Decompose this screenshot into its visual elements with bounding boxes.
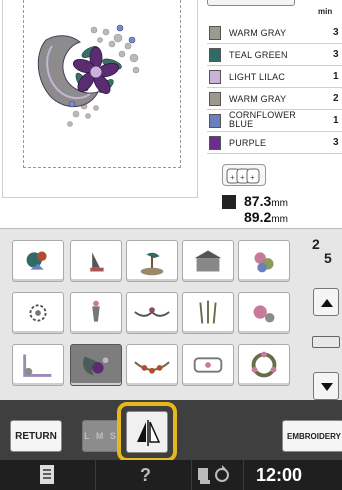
- thread-row-2: TEAL GREEN 3: [207, 44, 342, 66]
- design-width: 87.3mm: [244, 193, 288, 209]
- thread-row-3: LIGHT LILAC 1: [207, 66, 342, 88]
- scroll-frame-icon: [193, 357, 223, 373]
- pattern-tile-13[interactable]: [126, 344, 178, 386]
- size-icon: [222, 195, 236, 209]
- svg-text:+: +: [230, 173, 235, 182]
- help-cell[interactable]: ?: [96, 460, 192, 490]
- thread-color-swatch: [209, 92, 221, 106]
- thread-minutes: 3: [333, 49, 339, 60]
- pattern-tile-11[interactable]: [12, 344, 64, 386]
- return-button[interactable]: RETURN: [10, 420, 62, 452]
- garland-icon: [134, 361, 170, 374]
- scroll-down-button[interactable]: [313, 372, 339, 400]
- mirror-icon: [137, 420, 161, 446]
- paisley-corner-icon: [83, 356, 109, 376]
- rose-corner-icon: [253, 305, 275, 323]
- page-indicator: 2 5: [310, 236, 338, 276]
- house-scene-icon: [194, 250, 222, 272]
- wreath-icon: [251, 351, 277, 378]
- pattern-tile-5[interactable]: [238, 240, 290, 282]
- pattern-tile-7[interactable]: [70, 292, 122, 334]
- help-icon: ?: [140, 465, 151, 485]
- clock: 12:00: [256, 465, 303, 485]
- pattern-tile-8[interactable]: [126, 292, 178, 334]
- settings-cell[interactable]: [192, 460, 244, 490]
- mirror-image-button[interactable]: [126, 411, 168, 453]
- wheat-bundle-icon: [199, 300, 217, 324]
- thread-name: WARM GRAY: [229, 28, 287, 38]
- thread-name: LIGHT LILAC: [229, 72, 286, 82]
- thread-minutes: 1: [333, 115, 339, 126]
- thread-minutes: 2: [333, 93, 339, 104]
- pattern-tile-10[interactable]: [238, 292, 290, 334]
- scroll-up-button[interactable]: [313, 288, 339, 316]
- minutes-column-label: min: [318, 7, 333, 16]
- triangle-up-icon: [321, 299, 333, 307]
- embroidery-button[interactable]: EMBROIDERY: [282, 420, 342, 452]
- pattern-tile-12-selected[interactable]: [70, 344, 122, 386]
- status-bar: ? 12:00: [0, 460, 342, 490]
- page-total: 5: [324, 250, 332, 266]
- pattern-tile-1[interactable]: [12, 240, 64, 282]
- snowflake-icon: [29, 304, 47, 322]
- triangle-down-icon: [321, 383, 333, 391]
- pattern-tile-2[interactable]: [70, 240, 122, 282]
- embroidery-screen: min WARM GRAY 3 TEAL GREEN 3 LIGHT LILAC…: [0, 0, 342, 490]
- thread-color-swatch: [209, 26, 221, 40]
- thread-name: CORNFLOWER BLUE: [229, 111, 296, 129]
- thread-color-swatch: [209, 136, 221, 150]
- thread-name: WARM GRAY: [229, 94, 287, 104]
- size-lms-button[interactable]: L M S: [82, 420, 120, 452]
- pattern-tile-14[interactable]: [182, 344, 234, 386]
- thread-color-swatch: [209, 48, 221, 62]
- pattern-tile-6[interactable]: [12, 292, 64, 334]
- island-palm-icon: [140, 252, 164, 276]
- thread-row-6: PURPLE 3: [207, 132, 342, 154]
- thread-row-5: CORNFLOWER BLUE 1: [207, 110, 342, 132]
- thread-name-line-2: BLUE: [229, 119, 254, 129]
- pattern-tile-3[interactable]: [126, 240, 178, 282]
- thread-color-swatch: [209, 70, 221, 84]
- page-current: 2: [312, 236, 320, 252]
- design-preview: [2, 0, 198, 198]
- sailboat-icon: [90, 252, 104, 272]
- manual-icon: [40, 465, 54, 484]
- embroidery-frame: [23, 0, 181, 168]
- thread-minutes: 1: [333, 71, 339, 82]
- page-divider: [314, 248, 330, 249]
- pattern-tile-9[interactable]: [182, 292, 234, 334]
- presser-foot-icon: [198, 465, 229, 484]
- svg-text:+: +: [250, 173, 255, 182]
- thread-list-header: [207, 0, 295, 6]
- border-swag-icon: [134, 307, 170, 317]
- action-bar: RETURN L M S EMBROIDERY: [0, 400, 342, 462]
- svg-text:+: +: [240, 173, 245, 182]
- thread-color-swatch: [209, 114, 221, 128]
- thread-name: TEAL GREEN: [229, 50, 288, 60]
- thread-minutes: 3: [333, 27, 339, 38]
- multi-hoop-icon: + + +: [222, 164, 266, 186]
- manual-cell[interactable]: [0, 460, 96, 490]
- edit-area: min WARM GRAY 3 TEAL GREEN 3 LIGHT LILAC…: [0, 0, 342, 228]
- floral-cluster-icon: [254, 252, 274, 273]
- pattern-tile-15[interactable]: [238, 344, 290, 386]
- thread-minutes: 3: [333, 137, 339, 148]
- corner-vine-icon: [23, 354, 52, 377]
- pattern-tile-4[interactable]: [182, 240, 234, 282]
- design-image: [37, 24, 140, 127]
- scroll-thumb[interactable]: [312, 336, 340, 348]
- thread-row-4: WARM GRAY 2: [207, 88, 342, 110]
- coral-fish-icon: [26, 251, 47, 270]
- design-height: 89.2mm: [244, 209, 288, 225]
- vase-icon: [92, 300, 100, 322]
- thread-name: PURPLE: [229, 138, 267, 148]
- thread-row-1: WARM GRAY 3: [207, 22, 342, 44]
